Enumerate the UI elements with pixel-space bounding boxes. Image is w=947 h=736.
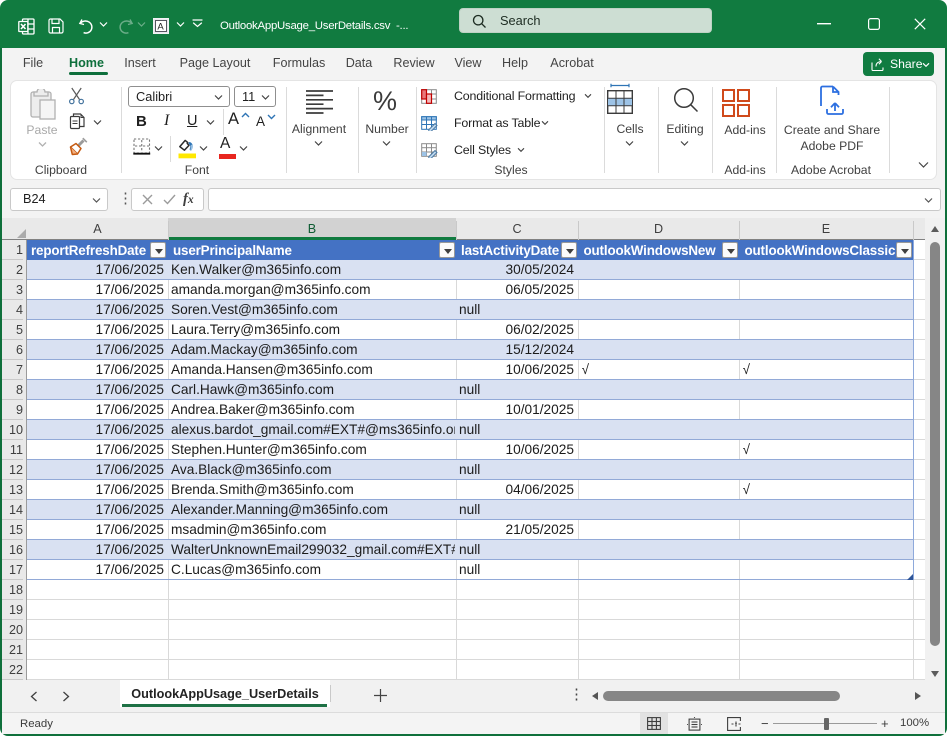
svg-text:A: A — [157, 22, 164, 33]
